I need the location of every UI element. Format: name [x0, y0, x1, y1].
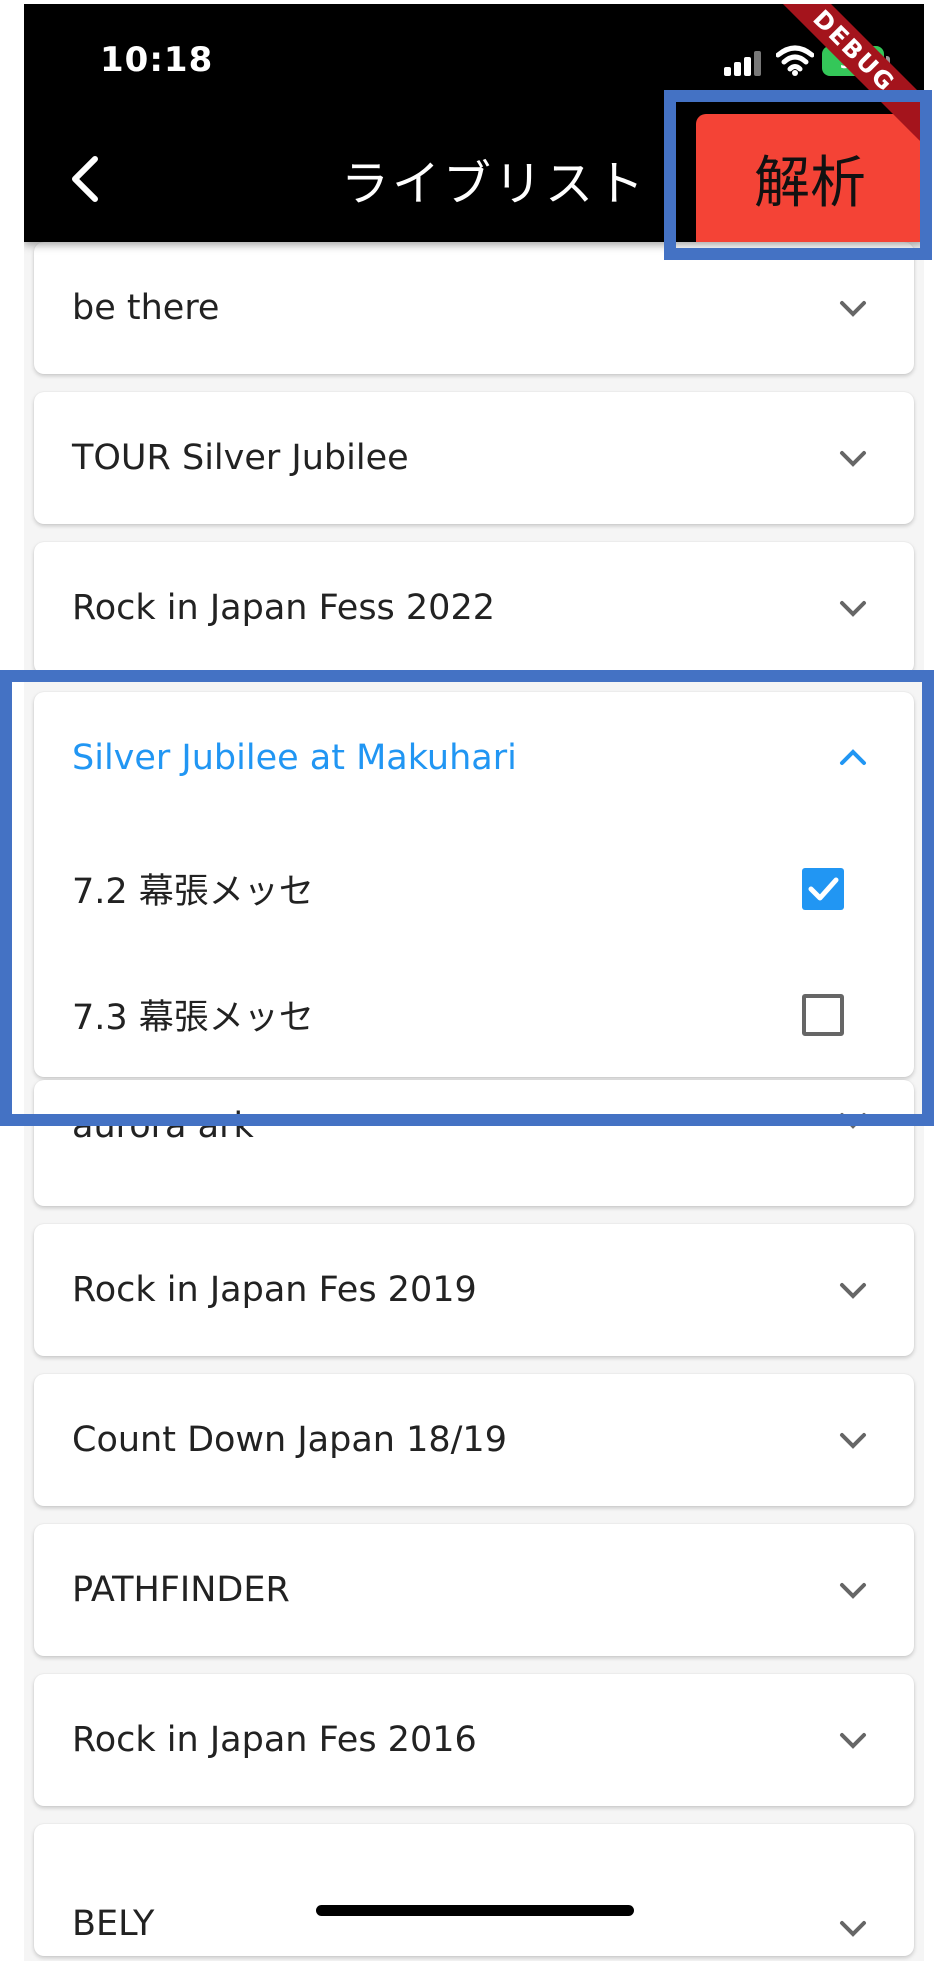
- live-title: Rock in Japan Fess 2022: [72, 588, 495, 628]
- live-card[interactable]: be there: [34, 242, 914, 374]
- date-checkbox[interactable]: [802, 994, 844, 1036]
- live-title: aurora ark: [72, 1106, 254, 1146]
- back-button[interactable]: [54, 144, 114, 214]
- live-card-expanded: Silver Jubilee at Makuhari 7.2 幕張メッセ 7.3…: [34, 692, 914, 1077]
- chevron-left-icon: [72, 156, 98, 202]
- live-card[interactable]: PATHFINDER: [34, 1524, 914, 1656]
- app-bar: 10:18 97 ライブリスト 解析 DEBUG: [24, 4, 924, 242]
- chevron-down-icon: [840, 1733, 866, 1749]
- home-indicator: [316, 1905, 634, 1916]
- live-title: PATHFINDER: [72, 1570, 290, 1610]
- status-time: 10:18: [100, 40, 214, 80]
- chevron-up-icon[interactable]: [836, 741, 870, 775]
- live-card[interactable]: Rock in Japan Fess 2022: [34, 542, 914, 674]
- chevron-down-icon: [840, 1921, 866, 1937]
- chevron-down-icon: [840, 1283, 866, 1299]
- live-title: Rock in Japan Fes 2019: [72, 1270, 477, 1310]
- live-title: BELY: [72, 1904, 155, 1944]
- chevron-down-icon: [840, 1433, 866, 1449]
- live-title: TOUR Silver Jubilee: [72, 438, 409, 478]
- live-card[interactable]: Rock in Japan Fes 2019: [34, 1224, 914, 1356]
- chevron-down-icon: [840, 1113, 866, 1129]
- date-row[interactable]: 7.2 幕張メッセ: [34, 824, 914, 952]
- live-card[interactable]: TOUR Silver Jubilee: [34, 392, 914, 524]
- date-row[interactable]: 7.3 幕張メッセ: [34, 950, 914, 1078]
- check-icon: [808, 877, 839, 901]
- live-title: Rock in Japan Fes 2016: [72, 1720, 477, 1760]
- live-title: Count Down Japan 18/19: [72, 1420, 507, 1460]
- date-checkbox[interactable]: [802, 868, 844, 910]
- date-label: 7.2 幕張メッセ: [72, 871, 314, 912]
- wifi-icon: [776, 45, 814, 76]
- live-card[interactable]: Count Down Japan 18/19: [34, 1374, 914, 1506]
- cellular-signal-icon: [724, 50, 764, 76]
- live-card[interactable]: Rock in Japan Fes 2016: [34, 1674, 914, 1806]
- live-title: be there: [72, 288, 220, 328]
- date-label: 7.3 幕張メッセ: [72, 997, 314, 1038]
- live-title[interactable]: Silver Jubilee at Makuhari: [34, 692, 914, 824]
- chevron-down-icon: [840, 451, 866, 467]
- page-title: ライブリスト: [340, 156, 647, 212]
- phone-screen: 10:18 97 ライブリスト 解析 DEBUG be there: [24, 4, 924, 1961]
- chevron-down-icon: [840, 301, 866, 317]
- live-card[interactable]: aurora ark: [34, 1080, 914, 1206]
- live-card[interactable]: BELY: [34, 1824, 914, 1956]
- chevron-down-icon: [840, 1583, 866, 1599]
- analyze-button[interactable]: 解析: [696, 114, 924, 242]
- chevron-down-icon: [840, 601, 866, 617]
